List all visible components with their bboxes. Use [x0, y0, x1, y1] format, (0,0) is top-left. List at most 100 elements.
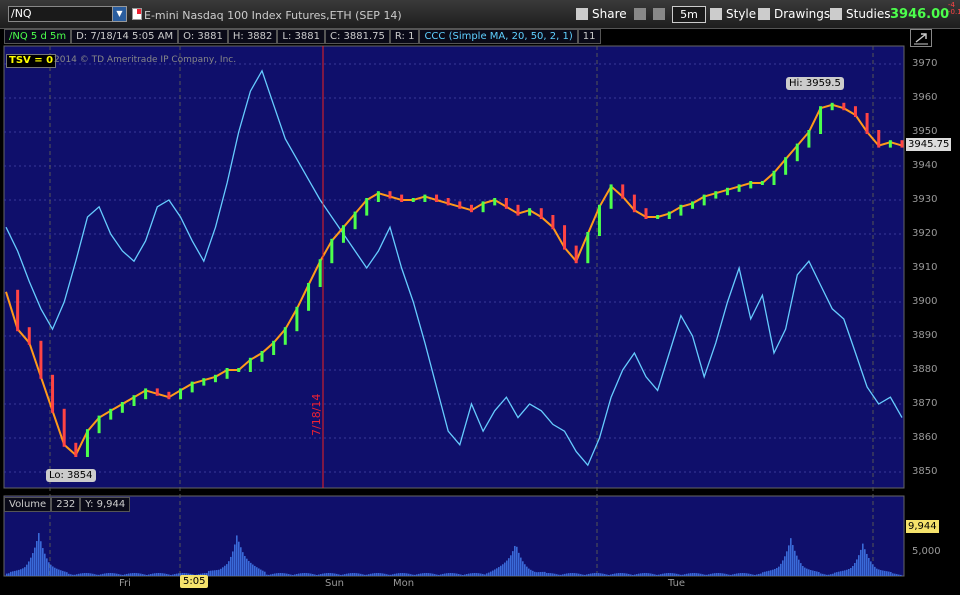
x-cursor-time: 5:05 — [180, 575, 209, 588]
volume-bar — [366, 574, 368, 576]
price-bar — [307, 283, 311, 311]
tsv-study-label[interactable]: TSV = 0 — [6, 54, 57, 68]
volume-bar — [798, 559, 800, 576]
volume-bar — [496, 568, 498, 576]
share-button[interactable]: Share — [576, 5, 627, 23]
flag-icon[interactable] — [132, 8, 142, 20]
price-bar — [260, 351, 264, 362]
study-cell[interactable]: /NQ 5 d 5m — [4, 29, 72, 44]
volume-bar — [688, 573, 690, 576]
symbol-description: E-mini Nasdaq 100 Index Futures,ETH (SEP… — [144, 9, 402, 22]
price-line — [5, 103, 903, 457]
volume-bar — [52, 566, 54, 576]
volume-bar — [786, 551, 788, 576]
volume-bar — [432, 573, 434, 576]
volume-bar — [420, 573, 422, 576]
symbol-dropdown-icon[interactable]: ▼ — [112, 6, 127, 22]
volume-bar — [288, 574, 290, 576]
volume-bar — [68, 573, 70, 576]
volume-bar — [124, 574, 126, 576]
volume-bar — [370, 573, 372, 576]
style-icon — [710, 8, 722, 20]
volume-bar — [232, 551, 234, 576]
symbol-input[interactable]: /NQ — [8, 6, 114, 22]
volume-bar — [532, 570, 534, 576]
volume-bar — [246, 558, 248, 576]
price-bar — [120, 402, 124, 413]
volume-bar — [708, 574, 710, 576]
volume-bar — [338, 574, 340, 576]
volume-bar — [440, 574, 442, 576]
volume-bar — [690, 573, 692, 576]
volume-bar — [94, 574, 96, 576]
volume-bar — [362, 574, 364, 576]
price-bar — [714, 191, 718, 199]
study-cell[interactable]: CCC (Simple MA, 20, 50, 2, 1) — [419, 29, 578, 44]
volume-bar — [88, 573, 90, 576]
volume-bar — [476, 573, 478, 576]
volume-bar — [832, 573, 834, 576]
volume-bar — [630, 574, 632, 576]
volume-bar — [348, 573, 350, 576]
volume-bar — [274, 573, 276, 576]
price-bar — [679, 204, 683, 216]
volume-bar — [418, 573, 420, 576]
volume-bar — [158, 573, 160, 576]
volume-bar — [632, 574, 634, 576]
style-button[interactable]: Style — [710, 5, 756, 23]
price-bar — [411, 198, 415, 202]
price-bar — [551, 215, 555, 230]
price-bar — [85, 429, 89, 457]
price-tick-label: 3900 — [912, 296, 938, 307]
volume-bar — [466, 574, 468, 576]
volume-bar — [788, 545, 790, 576]
volume-bar — [74, 574, 76, 576]
volume-bar — [328, 573, 330, 576]
volume-bar — [876, 568, 878, 576]
volume-bar — [78, 573, 80, 576]
price-tick-label: 3860 — [912, 432, 938, 443]
studies-button[interactable]: Studies — [830, 5, 891, 23]
volume-bar — [20, 569, 22, 576]
price-tick-label: 3940 — [912, 160, 938, 171]
period-selector[interactable]: 5m — [672, 6, 706, 23]
volume-bar — [12, 571, 14, 576]
crosshair-button[interactable] — [634, 5, 646, 23]
volume-bar — [138, 573, 140, 576]
volume-bar — [864, 549, 866, 576]
volume-bar — [452, 573, 454, 576]
volume-bar — [458, 574, 460, 576]
volume-bar — [102, 573, 104, 576]
volume-bar — [770, 570, 772, 576]
cursor-button[interactable] — [653, 5, 665, 23]
volume-bar — [330, 573, 332, 576]
drawings-button[interactable]: Drawings — [758, 5, 830, 23]
volume-bar — [442, 573, 444, 576]
volume-bar — [818, 572, 820, 576]
volume-bar — [732, 574, 734, 576]
crosshair-icon — [634, 8, 646, 20]
volume-bar — [784, 556, 786, 576]
volume-bar — [122, 574, 124, 576]
volume-bar — [276, 573, 278, 576]
volume-bar — [308, 573, 310, 576]
price-bar — [900, 140, 904, 148]
study-cell: R: 1 — [389, 29, 420, 44]
price-bar — [574, 245, 578, 264]
volume-bar — [556, 574, 558, 576]
price-bar — [353, 211, 357, 230]
volume-bar — [278, 573, 280, 576]
volume-bar — [172, 574, 174, 576]
volume-bar — [682, 574, 684, 576]
volume-bar — [814, 571, 816, 576]
expand-icon[interactable] — [910, 29, 932, 47]
volume-y-value: Y: 9,944 — [80, 497, 131, 512]
volume-bar — [380, 573, 382, 576]
volume-bar — [754, 574, 756, 576]
price-tick-label: 3960 — [912, 92, 938, 103]
volume-bar — [214, 570, 216, 576]
volume-bar — [280, 573, 282, 576]
volume-bar — [762, 572, 764, 576]
volume-title: Volume — [4, 497, 52, 512]
volume-bar — [712, 573, 714, 576]
